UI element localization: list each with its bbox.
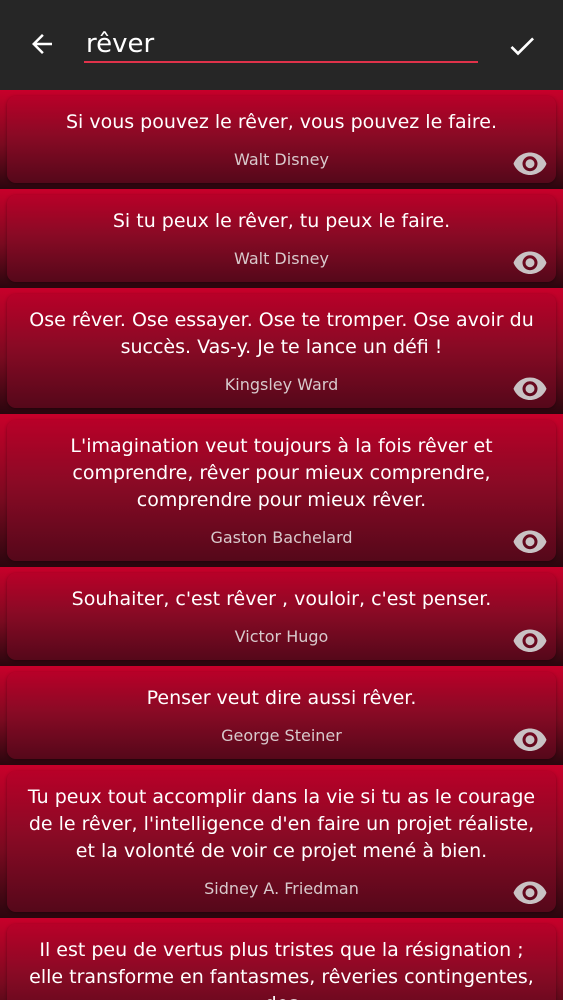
quote-list: Si vous pouvez le rêver, vous pouvez le … bbox=[0, 90, 563, 1000]
quote-card[interactable]: Il est peu de vertus plus tristes que la… bbox=[7, 924, 556, 1000]
quote-text: Souhaiter, c'est rêver , vouloir, c'est … bbox=[71, 588, 492, 610]
eye-icon[interactable] bbox=[512, 727, 548, 751]
quote-author: Kingsley Ward bbox=[224, 375, 339, 394]
list-item: Si tu peux le rêver, tu peux le faire. W… bbox=[0, 189, 563, 288]
list-item: Tu peux tout accomplir dans la vie si tu… bbox=[0, 765, 563, 918]
arrow-left-icon bbox=[32, 34, 52, 54]
quote-author: George Steiner bbox=[221, 726, 342, 745]
quote-text: Il est peu de vertus plus tristes que la… bbox=[29, 939, 534, 1000]
quote-card[interactable]: Ose rêver. Ose essayer. Ose te tromper. … bbox=[7, 294, 556, 408]
quote-card[interactable]: Penser veut dire aussi rêver. George Ste… bbox=[7, 672, 556, 759]
search-underline bbox=[84, 61, 478, 63]
eye-icon[interactable] bbox=[512, 250, 548, 274]
eye-icon[interactable] bbox=[512, 376, 548, 400]
back-button[interactable] bbox=[22, 24, 62, 64]
list-item: Ose rêver. Ose essayer. Ose te tromper. … bbox=[0, 288, 563, 414]
list-item: Souhaiter, c'est rêver , vouloir, c'est … bbox=[0, 567, 563, 666]
quote-text: Si vous pouvez le rêver, vous pouvez le … bbox=[65, 111, 498, 133]
quote-card[interactable]: Souhaiter, c'est rêver , vouloir, c'est … bbox=[7, 573, 556, 660]
eye-icon[interactable] bbox=[512, 529, 548, 553]
quote-text: L'imagination veut toujours à la fois rê… bbox=[70, 435, 493, 511]
app-root: Si vous pouvez le rêver, vous pouvez le … bbox=[0, 0, 563, 1000]
quote-text: Si tu peux le rêver, tu peux le faire. bbox=[112, 210, 451, 232]
list-item: Il est peu de vertus plus tristes que la… bbox=[0, 918, 563, 1000]
quote-card[interactable]: Tu peux tout accomplir dans la vie si tu… bbox=[7, 771, 556, 912]
check-icon bbox=[510, 37, 534, 56]
search-toolbar bbox=[0, 0, 563, 90]
list-item: Si vous pouvez le rêver, vous pouvez le … bbox=[0, 90, 563, 189]
eye-icon[interactable] bbox=[512, 628, 548, 652]
quote-text: Tu peux tout accomplir dans la vie si tu… bbox=[27, 786, 536, 862]
quote-text: Ose rêver. Ose essayer. Ose te tromper. … bbox=[29, 309, 534, 358]
search-input[interactable] bbox=[84, 26, 482, 62]
confirm-button[interactable] bbox=[500, 24, 544, 68]
list-item: Penser veut dire aussi rêver. George Ste… bbox=[0, 666, 563, 765]
quote-author: Walt Disney bbox=[234, 249, 329, 268]
eye-icon[interactable] bbox=[512, 151, 548, 175]
quote-author: Sidney A. Friedman bbox=[204, 879, 359, 898]
quote-author: Gaston Bachelard bbox=[210, 528, 353, 547]
eye-icon[interactable] bbox=[512, 880, 548, 904]
quote-author: Victor Hugo bbox=[234, 627, 329, 646]
quote-text: Penser veut dire aussi rêver. bbox=[146, 687, 417, 709]
quote-card[interactable]: Si vous pouvez le rêver, vous pouvez le … bbox=[7, 96, 556, 183]
quote-author: Walt Disney bbox=[234, 150, 329, 169]
quote-card[interactable]: L'imagination veut toujours à la fois rê… bbox=[7, 420, 556, 561]
list-item: L'imagination veut toujours à la fois rê… bbox=[0, 414, 563, 567]
quote-card[interactable]: Si tu peux le rêver, tu peux le faire. W… bbox=[7, 195, 556, 282]
